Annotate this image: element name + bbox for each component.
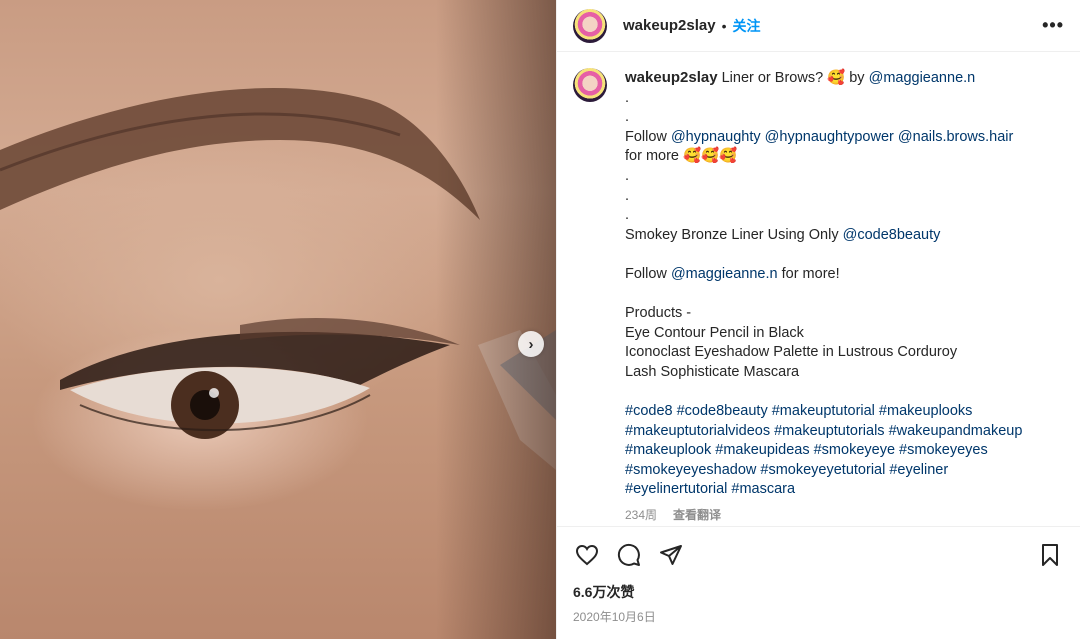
caption-line: . [625, 206, 1064, 226]
caption-line: . [625, 108, 1064, 128]
media-shadow [436, 0, 556, 639]
avatar[interactable] [573, 8, 607, 43]
caption-line [625, 383, 1064, 403]
bookmark-icon[interactable] [1036, 541, 1064, 569]
instagram-post: › wakeup2slay • 关注 ••• wakeup2slay Liner… [0, 0, 1080, 639]
post-header: wakeup2slay • 关注 ••• [557, 0, 1080, 52]
follow-button[interactable]: 关注 [732, 16, 760, 36]
caption-fragment: Follow [625, 128, 671, 145]
caption-fragment: Products - [625, 305, 692, 322]
mention-link[interactable]: @hypnaughty [671, 129, 761, 145]
comment-icon[interactable] [615, 541, 643, 569]
next-slide-button[interactable]: › [518, 331, 544, 357]
chevron-right-icon: › [528, 335, 534, 353]
caption-fragment: Liner or Brows? 🥰 by [717, 70, 869, 86]
caption-fragment: Eye Contour Pencil in Black [625, 324, 804, 341]
caption-lines: wakeup2slay Liner or Brows? 🥰 by @maggie… [625, 68, 1064, 500]
caption-section: wakeup2slay Liner or Brows? 🥰 by @maggie… [557, 52, 1080, 526]
mention-link[interactable]: #code8 #code8beauty #makeuptutorial #mak… [625, 403, 972, 419]
caption-fragment: for more 🥰🥰🥰 [625, 148, 738, 165]
caption-fragment: . [625, 89, 630, 106]
caption-line: #eyelinertutorial #mascara [625, 480, 1064, 500]
action-bar [557, 526, 1080, 582]
mention-link[interactable]: #smokeyeyeshadow #smokeyeyetutorial #eye… [625, 462, 948, 478]
caption-line: Lash Sophisticate Mascara [625, 363, 1064, 383]
caption-line: wakeup2slay Liner or Brows? 🥰 by @maggie… [625, 68, 1064, 89]
caption-username[interactable]: wakeup2slay [625, 69, 718, 86]
caption-line: Smokey Bronze Liner Using Only @code8bea… [625, 226, 1064, 246]
mention-link[interactable]: @maggieanne.n [869, 70, 976, 86]
post-media[interactable]: › [0, 0, 556, 639]
caption-line: . [625, 167, 1064, 187]
more-options-button[interactable]: ••• [1042, 15, 1064, 36]
caption-line: Follow @maggieanne.n for more! [625, 265, 1064, 285]
caption-fragment: . [625, 167, 630, 184]
caption-line: . [625, 187, 1064, 207]
caption-fragment: Follow [625, 265, 671, 282]
caption-fragment: . [625, 207, 630, 224]
translate-button[interactable]: 查看翻译 [673, 506, 721, 526]
caption-line: for more 🥰🥰🥰 [625, 147, 1064, 167]
header-separator: • [721, 17, 727, 34]
caption-line: #makeuplook #makeupideas #smokeyeye #smo… [625, 441, 1064, 461]
mention-link[interactable]: @code8beauty [843, 227, 941, 243]
mention-link[interactable]: @nails.brows.hair [898, 129, 1013, 145]
heart-icon[interactable] [573, 541, 601, 569]
caption-line: #makeuptutorialvideos #makeuptutorials #… [625, 422, 1064, 442]
caption-fragment: Iconoclast Eyeshadow Palette in Lustrous… [625, 344, 958, 361]
caption-line [625, 245, 1064, 265]
mention-link[interactable]: #makeuptutorialvideos #makeuptutorials #… [625, 423, 1022, 439]
caption-avatar[interactable] [573, 68, 607, 102]
caption-line: #smokeyeyeshadow #smokeyeyetutorial #eye… [625, 461, 1064, 481]
caption-line: . [625, 89, 1064, 109]
caption-fragment: Smokey Bronze Liner Using Only [625, 226, 843, 243]
caption-meta: 234周 查看翻译 [625, 506, 1064, 526]
caption-fragment: for more! [777, 265, 840, 282]
mention-link[interactable]: @hypnaughtypower [765, 129, 894, 145]
caption-fragment: . [625, 109, 630, 126]
mention-link[interactable]: #makeuplook #makeupideas #smokeyeye #smo… [625, 442, 988, 458]
post-date: 2020年10月6日 [573, 610, 656, 624]
caption-fragment: Lash Sophisticate Mascara [625, 363, 800, 380]
caption-line: Eye Contour Pencil in Black [625, 324, 1064, 344]
likes-count[interactable]: 6.6万次赞 [557, 582, 1080, 602]
header-username[interactable]: wakeup2slay [623, 17, 716, 34]
caption-line: #code8 #code8beauty #makeuptutorial #mak… [625, 402, 1064, 422]
caption-fragment: . [625, 187, 630, 204]
mention-link[interactable]: @maggieanne.n [671, 266, 778, 282]
caption-line: Iconoclast Eyeshadow Palette in Lustrous… [625, 343, 1064, 363]
caption-line [625, 285, 1064, 305]
caption-line: Products - [625, 304, 1064, 324]
caption-line: Follow @hypnaughty @hypnaughtypower @nai… [625, 128, 1064, 148]
post-age: 234周 [625, 508, 658, 523]
mention-link[interactable]: #eyelinertutorial #mascara [625, 481, 795, 497]
caption-text: wakeup2slay Liner or Brows? 🥰 by @maggie… [625, 68, 1064, 526]
share-icon[interactable] [657, 541, 685, 569]
post-sidebar: wakeup2slay • 关注 ••• wakeup2slay Liner o… [556, 0, 1080, 639]
